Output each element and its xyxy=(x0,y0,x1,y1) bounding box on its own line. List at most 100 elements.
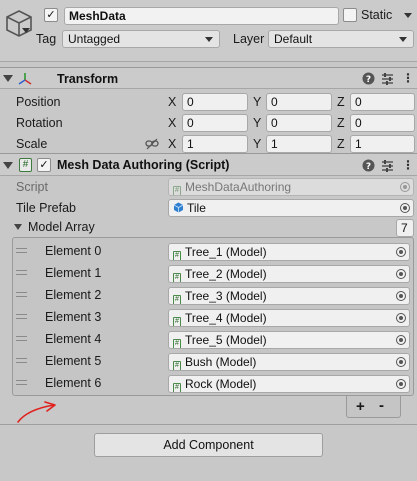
list-item[interactable]: Element 2 # Tree_3 (Model) xyxy=(13,286,413,306)
scale-z-axis[interactable]: Z xyxy=(337,137,345,151)
position-x-axis[interactable]: X xyxy=(168,95,176,109)
foldout-arrow-icon[interactable] xyxy=(14,224,22,230)
foldout-arrow-icon[interactable] xyxy=(3,75,13,82)
chevron-down-icon[interactable] xyxy=(404,13,412,18)
rotation-y-axis[interactable]: Y xyxy=(253,116,261,130)
object-picker-icon[interactable] xyxy=(396,269,406,279)
element-label: Element 2 xyxy=(45,288,102,302)
element-value: Tree_5 (Model) xyxy=(185,333,267,347)
cube-icon[interactable] xyxy=(4,8,34,38)
element-value: Tree_1 (Model) xyxy=(185,245,267,259)
object-picker-icon xyxy=(400,182,410,192)
scale-x-axis[interactable]: X xyxy=(168,137,176,151)
foldout-arrow-icon[interactable] xyxy=(3,162,13,169)
element-value: Tree_2 (Model) xyxy=(185,267,267,281)
element-object-field[interactable]: # Tree_2 (Model) xyxy=(168,265,410,283)
object-picker-icon[interactable] xyxy=(396,379,406,389)
element-value: Tree_3 (Model) xyxy=(185,289,267,303)
add-component-button[interactable]: Add Component xyxy=(94,433,323,457)
list-item[interactable]: Element 1 # Tree_2 (Model) xyxy=(13,264,413,284)
prefab-cube-icon xyxy=(173,202,184,213)
list-item[interactable]: Element 3 # Tree_4 (Model) xyxy=(13,308,413,328)
preset-sliders-icon[interactable] xyxy=(381,72,394,85)
tile-prefab-field[interactable]: Tile xyxy=(168,199,414,217)
script-value: MeshDataAuthoring xyxy=(185,180,292,194)
scale-z-field[interactable]: 1 xyxy=(350,135,415,153)
script-enabled-checkbox[interactable]: ✓ xyxy=(37,158,51,172)
model-array-label[interactable]: Model Array xyxy=(28,220,95,234)
transform-header[interactable]: Transform ? ⋮ xyxy=(0,67,417,89)
tag-label: Tag xyxy=(36,32,57,46)
rotation-x-axis[interactable]: X xyxy=(168,116,176,130)
element-label: Element 3 xyxy=(45,310,102,324)
model-icon: # xyxy=(173,339,181,348)
object-picker-icon[interactable] xyxy=(396,291,406,301)
script-component-title: Mesh Data Authoring (Script) xyxy=(57,158,230,172)
kebab-menu-icon[interactable]: ⋮ xyxy=(402,71,414,85)
element-object-field[interactable]: # Tree_1 (Model) xyxy=(168,243,410,261)
object-picker-icon[interactable] xyxy=(400,203,410,213)
tag-value: Untagged xyxy=(68,32,121,46)
scale-y-axis[interactable]: Y xyxy=(253,137,261,151)
drag-handle-icon[interactable] xyxy=(16,270,27,275)
model-array-size-field[interactable]: 7 xyxy=(396,219,414,237)
drag-handle-icon[interactable] xyxy=(16,336,27,341)
model-icon: # xyxy=(173,273,181,282)
element-object-field[interactable]: # Tree_3 (Model) xyxy=(168,287,410,305)
transform-axes-icon xyxy=(18,73,32,85)
position-z-field[interactable]: 0 xyxy=(350,93,415,111)
constrain-proportions-icon[interactable] xyxy=(145,138,159,150)
help-icon[interactable]: ? xyxy=(362,159,375,172)
chevron-down-icon[interactable] xyxy=(22,28,30,33)
red-arrow-annotation xyxy=(17,401,56,423)
tag-dropdown[interactable]: Untagged xyxy=(62,30,220,48)
rotation-z-axis[interactable]: Z xyxy=(337,116,345,130)
object-name-field[interactable]: MeshData xyxy=(64,7,339,25)
rotation-z-field[interactable]: 0 xyxy=(350,114,415,132)
kebab-menu-icon[interactable]: ⋮ xyxy=(402,158,414,172)
element-object-field[interactable]: # Rock (Model) xyxy=(168,375,410,393)
active-checkbox[interactable]: ✓ xyxy=(44,8,58,22)
list-item[interactable]: Element 6 # Rock (Model) xyxy=(13,374,413,394)
script-label: Script xyxy=(16,180,48,194)
static-checkbox[interactable] xyxy=(343,8,357,22)
svg-text:?: ? xyxy=(366,75,371,85)
remove-element-button[interactable]: - xyxy=(379,397,384,414)
chevron-down-icon xyxy=(205,37,213,42)
object-picker-icon[interactable] xyxy=(396,335,406,345)
scale-label: Scale xyxy=(16,137,48,151)
preset-sliders-icon[interactable] xyxy=(381,159,394,172)
chevron-down-icon xyxy=(399,37,407,42)
list-item[interactable]: Element 5 # Bush (Model) xyxy=(13,352,413,372)
scale-y-field[interactable]: 1 xyxy=(266,135,332,153)
element-object-field[interactable]: # Tree_4 (Model) xyxy=(168,309,410,327)
drag-handle-icon[interactable] xyxy=(16,292,27,297)
drag-handle-icon[interactable] xyxy=(16,248,27,253)
object-picker-icon[interactable] xyxy=(396,357,406,367)
rotation-x-field[interactable]: 0 xyxy=(182,114,248,132)
position-y-field[interactable]: 0 xyxy=(266,93,332,111)
position-z-axis[interactable]: Z xyxy=(337,95,345,109)
script-hash-icon: # xyxy=(173,186,181,195)
drag-handle-icon[interactable] xyxy=(16,380,27,385)
element-value: Rock (Model) xyxy=(185,377,257,391)
object-picker-icon[interactable] xyxy=(396,313,406,323)
add-element-button[interactable]: + xyxy=(356,398,365,415)
scale-x-field[interactable]: 1 xyxy=(182,135,248,153)
list-item[interactable]: Element 4 # Tree_5 (Model) xyxy=(13,330,413,350)
static-label: Static xyxy=(361,8,393,22)
array-footer xyxy=(346,396,401,418)
element-object-field[interactable]: # Tree_5 (Model) xyxy=(168,331,410,349)
help-icon[interactable]: ? xyxy=(362,72,375,85)
object-picker-icon[interactable] xyxy=(396,247,406,257)
element-object-field[interactable]: # Bush (Model) xyxy=(168,353,410,371)
position-x-field[interactable]: 0 xyxy=(182,93,248,111)
rotation-y-field[interactable]: 0 xyxy=(266,114,332,132)
layer-dropdown[interactable]: Default xyxy=(268,30,414,48)
svg-text:?: ? xyxy=(366,162,371,172)
position-y-axis[interactable]: Y xyxy=(253,95,261,109)
list-item[interactable]: Element 0 # Tree_1 (Model) xyxy=(13,242,413,262)
drag-handle-icon[interactable] xyxy=(16,358,27,363)
drag-handle-icon[interactable] xyxy=(16,314,27,319)
script-component-header[interactable]: # ✓ Mesh Data Authoring (Script) ? ⋮ xyxy=(0,153,417,176)
